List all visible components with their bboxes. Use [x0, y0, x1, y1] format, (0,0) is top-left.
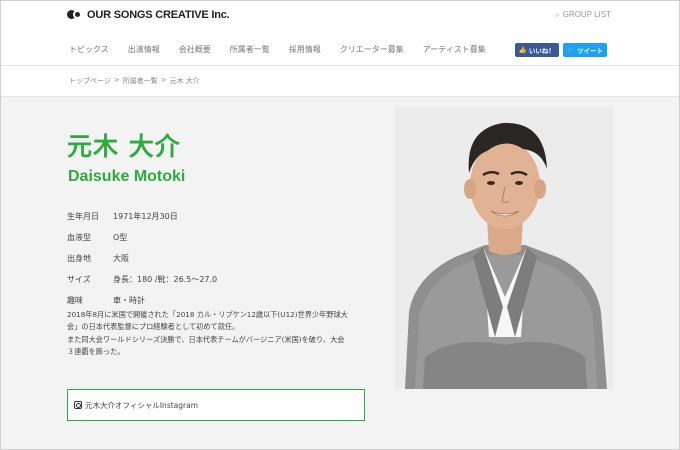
breadcrumb-item-top[interactable]: トップページ: [69, 76, 111, 86]
nav-item-appearances[interactable]: 出演情報: [128, 44, 160, 55]
profile-photo: [395, 107, 613, 389]
header-divider: [1, 65, 679, 66]
main-nav: トピックス 出演情報 会社概要 所属者一覧 採用情報 クリエーター募集 アーティ…: [69, 44, 505, 55]
portrait-image: [395, 107, 613, 389]
tweet-label: ツイート: [577, 47, 603, 55]
nav-item-topics[interactable]: トピックス: [69, 44, 109, 55]
group-list-label: GROUP LIST: [562, 10, 611, 19]
chevron-right-icon: ▹: [556, 11, 560, 19]
profile-label: サイズ: [67, 275, 91, 284]
nav-item-creator-recruit[interactable]: クリエーター募集: [340, 44, 404, 55]
instagram-label: 元木大介オフィシャルInstagram: [85, 400, 199, 410]
page-frame: OUR SONGS CREATIVE Inc. ▹ GROUP LIST トピッ…: [0, 0, 680, 450]
bio-line: また同大会ワールドシリーズ決勝で、日本代表チームがバージニア(米国)を破り、大会: [67, 334, 345, 344]
profile-row: 趣味 車・時計: [67, 290, 217, 311]
logo-text: OUR SONGS CREATIVE Inc.: [87, 9, 230, 21]
profile-row: サイズ 身長：180 /靴：26.5～27.0: [67, 269, 217, 290]
site-logo[interactable]: OUR SONGS CREATIVE Inc.: [67, 9, 230, 21]
social-buttons: 👍 いいね！ 🐦 ツイート: [514, 43, 607, 57]
nav-item-artist-recruit[interactable]: アーティスト募集: [423, 44, 486, 55]
profile-details: 生年月日 1971年12月30日 血液型 O型 出身地 大阪 サイズ 身長：18…: [67, 206, 217, 311]
group-list-link[interactable]: ▹ GROUP LIST: [556, 10, 611, 19]
bio-line: 2018年8月に米国で開催された「2018 カル・リプケン12歳以下(U12)世…: [67, 310, 348, 319]
profile-value: O型: [113, 233, 128, 242]
profile-row: 出身地 大阪: [67, 248, 217, 269]
bio-line: 会」の日本代表監督にプロ経験者として初めて就任。: [67, 322, 240, 332]
profile-row: 生年月日 1971年12月30日: [67, 206, 217, 227]
profile-label: 趣味: [67, 296, 83, 305]
profile-label: 生年月日: [67, 212, 99, 221]
profile-name-jp: 元木 大介: [67, 132, 181, 161]
profile-value: 車・時計: [113, 296, 145, 305]
facebook-like-button[interactable]: 👍 いいね！: [514, 43, 559, 57]
profile-name-en: Daisuke Motoki: [68, 168, 186, 185]
nav-item-company[interactable]: 会社概要: [179, 44, 211, 55]
breadcrumb: トップページ > 所属者一覧 > 元木 大介: [69, 76, 200, 86]
twitter-bird-icon: 🐦: [566, 46, 575, 54]
bio-line: ３連覇を飾った。: [67, 347, 125, 357]
nav-item-recruit[interactable]: 採用情報: [289, 44, 321, 55]
tweet-button[interactable]: 🐦 ツイート: [562, 43, 607, 57]
profile-label: 血液型: [67, 233, 91, 242]
instagram-icon: [74, 401, 82, 409]
breadcrumb-separator: >: [160, 76, 167, 84]
thumbs-up-icon: 👍: [518, 46, 527, 54]
breadcrumb-separator: >: [113, 76, 120, 84]
profile-value: 大阪: [113, 254, 129, 263]
profile-value: 1971年12月30日: [113, 212, 178, 221]
profile-value: 身長：180 /靴：26.5～27.0: [113, 275, 218, 284]
profile-label: 出身地: [67, 254, 91, 263]
breadcrumb-item-current: 元木 大介: [169, 77, 200, 85]
profile-bio: 2018年8月に米国で開催された「2018 カル・リプケン12歳以下(U12)世…: [67, 309, 379, 359]
profile-row: 血液型 O型: [67, 227, 217, 248]
breadcrumb-item-members[interactable]: 所属者一覧: [123, 76, 158, 86]
instagram-link[interactable]: 元木大介オフィシャルInstagram: [67, 389, 365, 421]
logo-mark-icon: [67, 10, 83, 20]
like-label: いいね！: [528, 47, 555, 55]
nav-item-members[interactable]: 所属者一覧: [230, 44, 270, 55]
